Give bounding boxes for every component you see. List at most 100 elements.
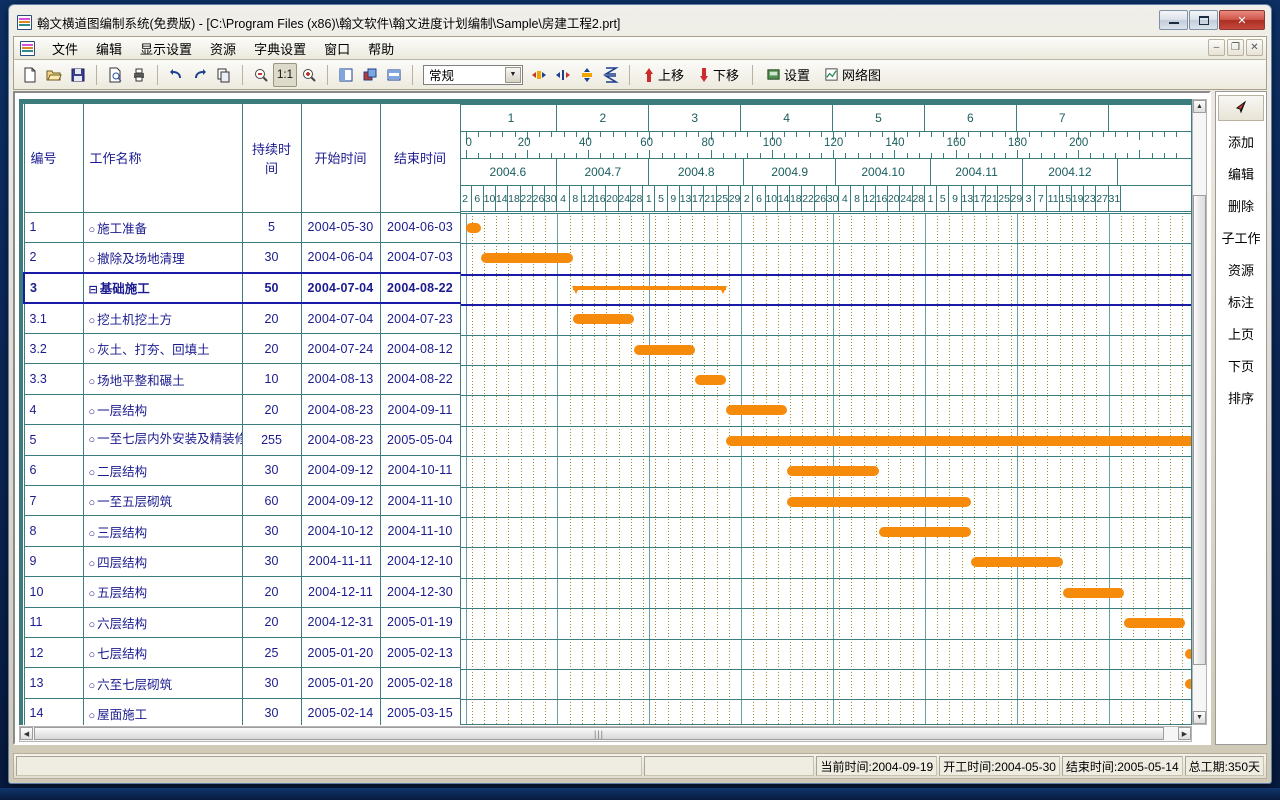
table-row[interactable]: 3.2 ○ 灰土、打夯、回填土 20 2004-07-24 2004-08-12	[23, 333, 461, 365]
horizontal-scroll-thumb[interactable]: |||	[34, 727, 1164, 740]
gantt-bars-area[interactable]	[460, 213, 1191, 724]
sidebar-next-page[interactable]: 下页	[1216, 349, 1266, 381]
sidebar-sort[interactable]: 排序	[1216, 381, 1266, 413]
gantt-task-bar[interactable]	[465, 223, 481, 233]
col-header-name[interactable]: 工作名称	[82, 104, 243, 213]
ruler-tick	[1127, 153, 1129, 158]
table-row[interactable]: 11 ○ 六层结构 20 2004-12-31 2005-01-19	[23, 606, 461, 638]
col-header-start[interactable]: 开始时间	[300, 104, 381, 213]
move-up-button[interactable]: 上移	[636, 62, 691, 87]
gantt-task-bar[interactable]	[1124, 618, 1186, 629]
table-row[interactable]: 4 ○ 一层结构 20 2004-08-23 2004-09-11	[23, 393, 461, 426]
close-button[interactable]: ✕	[1219, 10, 1265, 30]
gantt-task-bar[interactable]	[787, 466, 879, 477]
gantt-task-bar[interactable]	[879, 527, 971, 537]
sidebar-prev-page[interactable]: 上页	[1216, 317, 1266, 349]
gantt-summary-bar[interactable]	[571, 285, 727, 294]
sidebar-edit[interactable]: 编辑	[1216, 157, 1266, 189]
copy-icon[interactable]	[212, 63, 236, 87]
menu-help[interactable]: 帮助	[359, 37, 403, 60]
scroll-left-button[interactable]: ◀	[20, 727, 33, 740]
table-row[interactable]: 3.3 ○ 场地平整和碾土 10 2004-08-13 2004-08-22	[23, 363, 461, 395]
move-down-button[interactable]: 下移	[691, 62, 746, 87]
collapse-vertical-icon[interactable]	[599, 63, 623, 87]
menu-window[interactable]: 窗口	[315, 37, 359, 60]
minimize-button[interactable]	[1159, 10, 1188, 30]
gantt-task-bar[interactable]	[572, 314, 634, 325]
table-row[interactable]: 3 ⊟ 基础施工 50 2004-07-04 2004-08-22	[23, 271, 461, 305]
table-row[interactable]: 7 ○ 一至五层砌筑 60 2004-09-12 2004-11-10	[23, 485, 461, 517]
table-row[interactable]: 1 ○ 施工准备 5 2004-05-30 2004-06-03	[23, 211, 461, 243]
gantt-task-bar[interactable]	[1185, 648, 1191, 659]
collapse-box-icon[interactable]: ⊟	[89, 284, 98, 296]
menu-file[interactable]: 文件	[43, 37, 87, 60]
network-diagram-button[interactable]: 网络图	[817, 62, 888, 87]
zoom-in-icon[interactable]	[297, 63, 321, 87]
scroll-right-button[interactable]: ▶	[1178, 727, 1191, 740]
gantt-task-bar[interactable]	[695, 375, 726, 385]
gantt-task-bar[interactable]	[725, 435, 1191, 446]
column-layout-icon[interactable]	[334, 63, 358, 87]
redo-icon[interactable]	[188, 63, 212, 87]
gantt-task-bar[interactable]	[1062, 587, 1125, 598]
undo-icon[interactable]	[164, 63, 188, 87]
maximize-button[interactable]	[1189, 10, 1218, 30]
menu-display-settings[interactable]: 显示设置	[131, 37, 201, 60]
menu-resource[interactable]: 资源	[201, 37, 245, 60]
gantt-task-bar[interactable]	[480, 253, 573, 264]
horizontal-scrollbar[interactable]: ◀ ||| ▶	[19, 726, 1192, 742]
menu-dictionary-settings[interactable]: 字典设置	[245, 37, 315, 60]
gantt-task-bar[interactable]	[970, 557, 1063, 568]
zoom-level-label[interactable]: 1:1	[273, 62, 297, 87]
gantt-task-bar[interactable]	[1185, 679, 1191, 689]
table-row[interactable]: 6 ○ 二层结构 30 2004-09-12 2004-10-11	[23, 454, 461, 487]
table-row[interactable]: 3.1 ○ 挖土机挖土方 20 2004-07-04 2004-07-23	[23, 302, 461, 335]
table-row[interactable]: 9 ○ 四层结构 30 2004-11-11 2004-12-10	[23, 545, 461, 578]
expand-vertical-icon[interactable]	[575, 63, 599, 87]
print-preview-icon[interactable]	[103, 63, 127, 87]
col-header-end[interactable]: 结束时间	[379, 104, 461, 213]
table-row[interactable]: 12 ○ 七层结构 25 2005-01-20 2005-02-13	[23, 636, 461, 669]
table-row[interactable]: 14 ○ 屋面施工 30 2005-02-14 2005-03-15	[23, 697, 461, 725]
gantt-task-bar[interactable]	[633, 344, 696, 355]
mdi-minimize-button[interactable]: –	[1208, 39, 1225, 56]
arrow-cursor-icon[interactable]	[1218, 95, 1264, 121]
menu-edit[interactable]: 编辑	[87, 37, 131, 60]
sidebar-subtask[interactable]: 子工作	[1216, 221, 1266, 253]
table-row[interactable]: 13 ○ 六至七层砌筑 30 2005-01-20 2005-02-18	[23, 667, 461, 699]
table-row[interactable]: 2 ○ 撤除及场地清理 30 2004-06-04 2004-07-03	[23, 241, 461, 274]
save-disk-icon[interactable]	[66, 63, 90, 87]
scroll-up-button[interactable]: ▲	[1193, 100, 1206, 113]
new-file-icon[interactable]	[18, 63, 42, 87]
sidebar-delete[interactable]: 删除	[1216, 189, 1266, 221]
chevron-down-icon[interactable]: ▼	[505, 66, 521, 83]
mdi-restore-button[interactable]: ❐	[1227, 39, 1244, 56]
mdi-close-button[interactable]: ✕	[1246, 39, 1263, 56]
vertical-scrollbar[interactable]: ▲ ▼	[1192, 99, 1207, 725]
sidebar-add[interactable]: 添加	[1216, 125, 1266, 157]
print-icon[interactable]	[127, 63, 151, 87]
status-message-pane	[16, 756, 643, 776]
vertical-scroll-thumb[interactable]	[1193, 195, 1206, 665]
zoom-out-icon[interactable]	[249, 63, 273, 87]
cell-duration: 50	[241, 271, 302, 305]
collapse-horizontal-icon[interactable]	[551, 63, 575, 87]
gantt-task-bar[interactable]	[725, 405, 788, 416]
expand-horizontal-icon[interactable]	[527, 63, 551, 87]
open-folder-icon[interactable]	[42, 63, 66, 87]
table-row[interactable]: 10 ○ 五层结构 20 2004-12-11 2004-12-30	[23, 576, 461, 608]
row-layout-icon[interactable]	[382, 63, 406, 87]
gantt-task-bar[interactable]	[787, 496, 971, 507]
table-row[interactable]: 5 ○ 一至七层内外安装及精装修 255 2004-08-23 2005-05-04	[23, 424, 461, 456]
scroll-down-button[interactable]: ▼	[1193, 711, 1206, 724]
col-header-id[interactable]: 编号	[23, 104, 84, 213]
task-name-label: 一层结构	[97, 404, 148, 419]
sidebar-annotate[interactable]: 标注	[1216, 285, 1266, 317]
settings-button[interactable]: 设置	[759, 62, 817, 87]
timescale-day-cell: 20	[606, 186, 619, 211]
sidebar-resource[interactable]: 资源	[1216, 253, 1266, 285]
col-header-duration[interactable]: 持续时间	[241, 104, 302, 213]
table-row[interactable]: 8 ○ 三层结构 30 2004-10-12 2004-11-10	[23, 515, 461, 547]
view-mode-combobox[interactable]: 常规 ▼	[423, 64, 523, 85]
group-icon[interactable]	[358, 63, 382, 87]
